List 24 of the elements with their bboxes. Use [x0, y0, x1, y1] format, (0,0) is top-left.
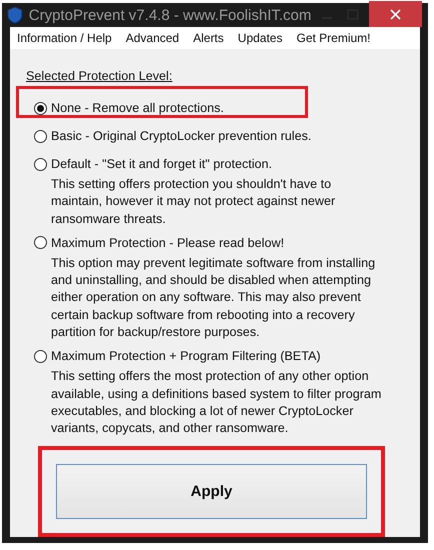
close-button[interactable] — [368, 1, 422, 27]
option-label[interactable]: Default - "Set it and forget it" protection. — [51, 157, 272, 171]
menu-item[interactable]: Alerts — [193, 31, 224, 45]
menu-item[interactable]: Information / Help — [17, 31, 112, 45]
menu-item[interactable]: Updates — [238, 31, 282, 45]
radio-button[interactable] — [34, 130, 47, 142]
menu-item[interactable]: Get Premium! — [296, 31, 370, 45]
apply-button[interactable]: Apply — [56, 464, 367, 519]
radio-button[interactable] — [34, 102, 47, 114]
radio-button[interactable] — [34, 350, 47, 363]
group-label: Selected Protection Level: — [26, 69, 174, 83]
window-title: CryptoPrevent v7.4.8 - www.FoolishIT.com — [28, 6, 312, 24]
radio-button[interactable] — [34, 158, 47, 170]
menu-item[interactable]: Advanced — [126, 31, 180, 45]
close-icon — [390, 8, 401, 20]
option-description: This setting offers protection you shouldn't have to maintain, however it may not protect against newer ransomware threats. — [51, 176, 336, 228]
option-label[interactable]: Maximum Protection - Please read below! — [51, 236, 284, 250]
option-description: This setting offers the most protection of any other option available, using a definitions based system to filter program executables, and blocking a lot of newer CryptoLocker variants, copycats, and other ransomware. — [51, 368, 382, 438]
radio-button[interactable] — [34, 236, 47, 250]
option-description: This option may prevent legitimate software from installing and uninstalling, and should be disabled when attempting either operation on any software. This may also prevent certain backup software from rebooting into a recovery partition for backup/restore purposes. — [51, 254, 376, 342]
option-label[interactable]: Basic - Original CryptoLocker prevention rules. — [51, 129, 312, 143]
option-label[interactable]: None - Remove all protections. — [51, 101, 224, 115]
shield-icon — [7, 6, 23, 24]
option-label[interactable]: Maximum Protection + Program Filtering (BETA) — [51, 349, 321, 364]
